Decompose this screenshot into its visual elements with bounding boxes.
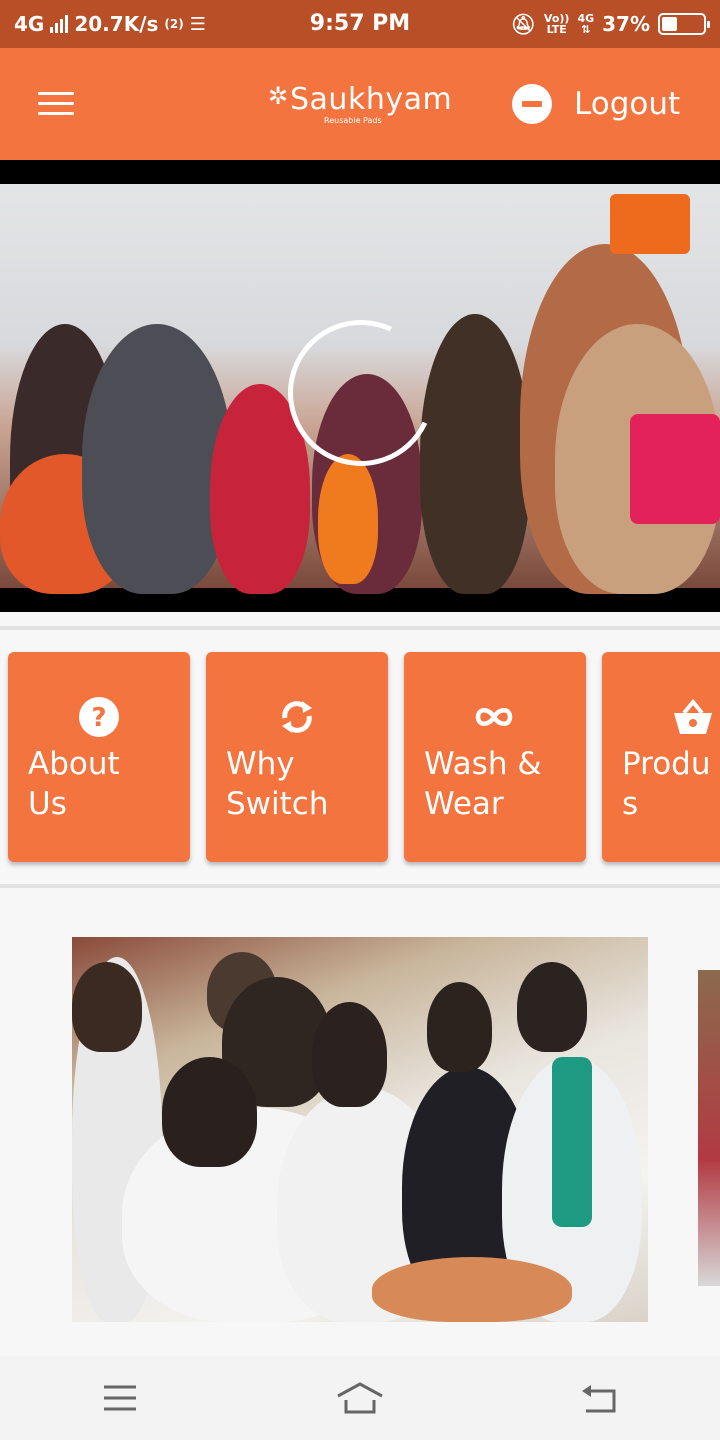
sync-icon <box>282 701 312 733</box>
network-right: 4G ⇅ <box>577 12 595 36</box>
battery-icon <box>658 13 710 35</box>
logout-label: Logout <box>574 86 681 122</box>
logout-button[interactable]: Logout <box>512 84 680 124</box>
back-arrow-icon[interactable] <box>570 1368 630 1428</box>
card-products[interactable]: Produ s <box>602 652 720 862</box>
question-circle-icon: ? <box>79 697 119 737</box>
hamburger-menu-icon[interactable] <box>38 92 74 118</box>
card-label: About Us <box>28 746 120 822</box>
carousel-next-photo[interactable] <box>698 970 720 1286</box>
hero-banner[interactable] <box>0 160 720 612</box>
card-wash-wear[interactable]: Wash & Wear <box>404 652 586 862</box>
network-speed: 20.7K/s <box>74 12 159 36</box>
app-bar: ✲ Saukhyam Reusable Pads Logout <box>0 48 720 160</box>
signal-icon <box>50 15 69 33</box>
bell-off-icon: 🔕︎ <box>510 12 536 36</box>
volte-indicator: Vo)) LTE <box>543 12 570 36</box>
card-about-us[interactable]: ? About Us <box>8 652 190 862</box>
card-label: Why Switch <box>226 746 329 822</box>
svg-text:?: ? <box>91 703 106 733</box>
divider <box>0 884 720 888</box>
carousel-photo[interactable] <box>72 937 648 1322</box>
app-logo: ✲ Saukhyam Reusable Pads <box>268 78 458 138</box>
card-label: Wash & Wear <box>424 746 542 822</box>
card-label: Produ s <box>622 746 711 822</box>
card-why-switch[interactable]: Why Switch <box>206 652 388 862</box>
divider <box>0 626 720 630</box>
menu-lines-icon[interactable] <box>90 1368 150 1428</box>
data-saver-icon: ☰ <box>189 13 206 35</box>
battery-percent: 37% <box>602 12 650 36</box>
minus-circle-icon <box>512 84 552 124</box>
home-icon[interactable] <box>330 1368 390 1428</box>
system-nav-bar <box>0 1356 720 1440</box>
photo-carousel[interactable] <box>0 890 720 1356</box>
logo-text: Saukhyam <box>290 82 453 117</box>
network-type: 4G <box>14 12 45 36</box>
logo-subtitle: Reusable Pads <box>324 116 382 125</box>
status-bar: 4G 20.7K/s (2) ☰ 9:57 PM 🔕︎ Vo)) LTE 4G ⇅… <box>0 0 720 48</box>
sim-indicator: (2) <box>164 17 184 31</box>
category-cards: ? About Us Why Switch Wash & Wear Produ … <box>0 632 720 882</box>
infinity-icon <box>475 708 513 726</box>
basket-icon <box>674 698 712 734</box>
logo-flower-icon: ✲ <box>268 82 289 110</box>
